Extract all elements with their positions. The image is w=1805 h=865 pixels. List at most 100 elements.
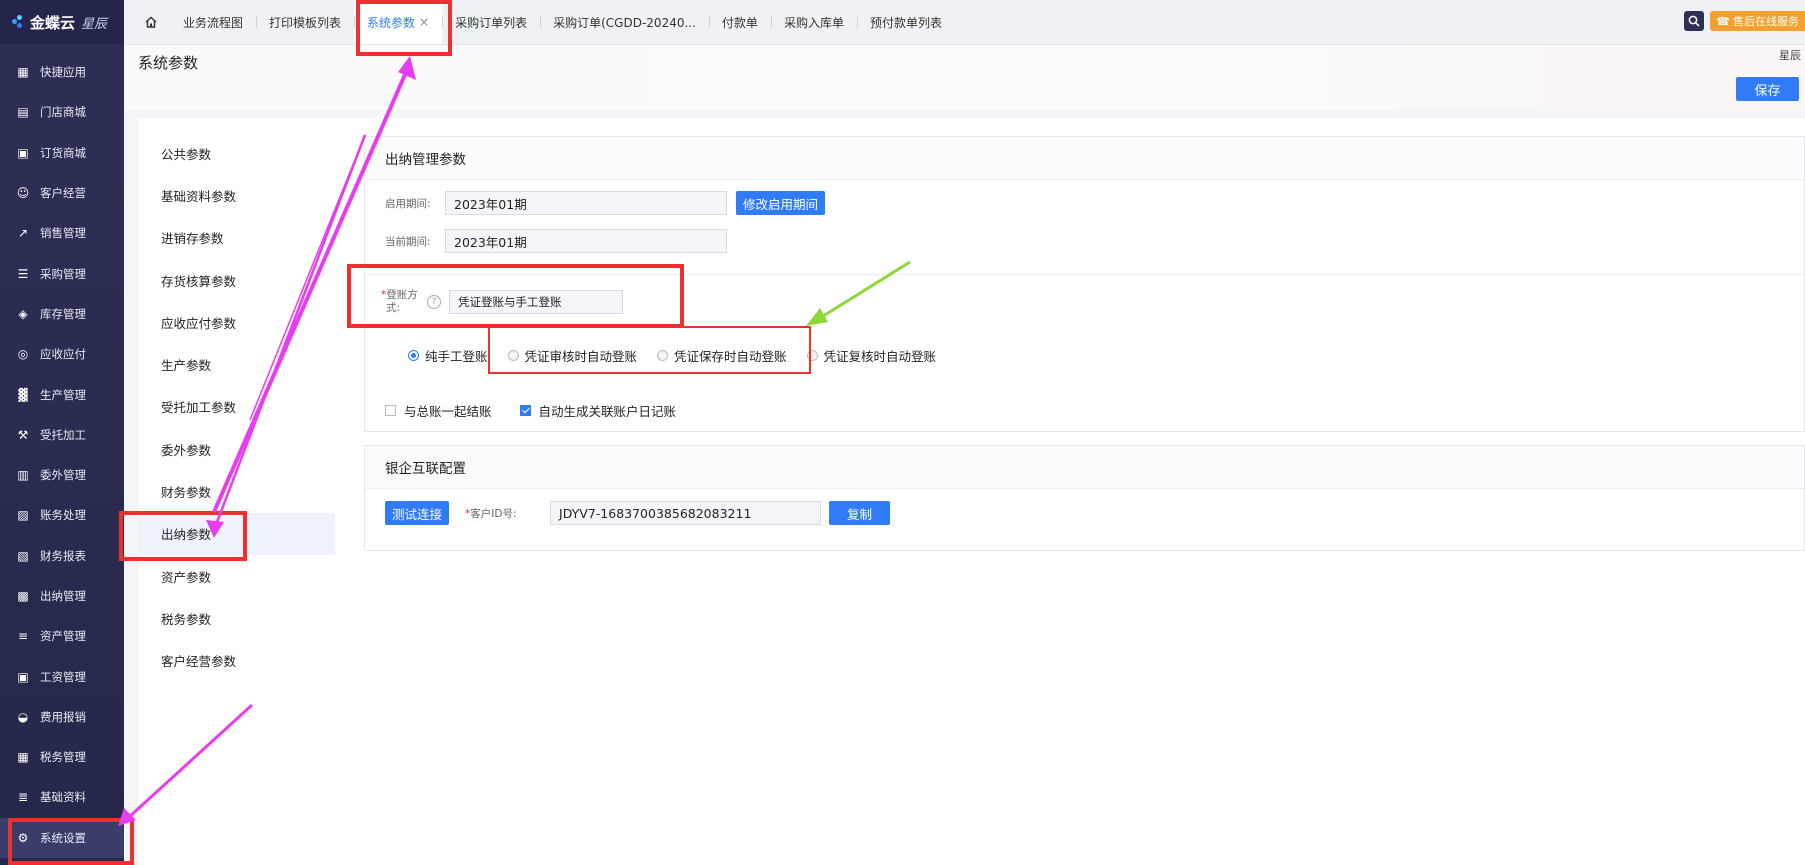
parameter-category-item[interactable]: 公共参数 [138, 132, 335, 174]
tab[interactable]: 业务流程图 [170, 0, 256, 44]
customer-id-label: *客户ID号: [465, 506, 550, 521]
sidebar-item[interactable]: ▥ 委外管理 [0, 455, 124, 495]
sidebar-item[interactable]: ▦ 快捷应用 [0, 52, 124, 92]
sidebar-item-label: 出纳管理 [40, 589, 86, 603]
sidebar-item[interactable]: ▣ 订货商城 [0, 133, 124, 173]
save-button[interactable]: 保存 [1736, 77, 1799, 101]
receivable-icon: ◎ [17, 347, 29, 362]
salary-icon: ▣ [17, 669, 29, 684]
sidebar-item[interactable]: ☰ 采购管理 [0, 253, 124, 293]
modify-start-period-button[interactable]: 修改启用期间 [736, 191, 826, 215]
highlight-box-auto-posting [488, 326, 811, 374]
bank-config-row: 测试连接 *客户ID号: JDYV7-1683700385682083211 复… [385, 501, 891, 525]
tab[interactable]: 采购订单列表 [442, 0, 540, 44]
checkbox-label: 与总账一起结账 [404, 404, 492, 419]
parameter-category-item[interactable]: 生产参数 [138, 343, 335, 385]
radio-label: 凭证复核时自动登账 [823, 349, 937, 364]
page-title: 系统参数 [138, 54, 199, 72]
asset-icon: ≡ [17, 629, 29, 644]
sidebar-item[interactable]: ▨ 账务处理 [0, 495, 124, 535]
parameter-category-item[interactable]: 税务参数 [138, 597, 335, 639]
sidebar-item-label: 工资管理 [40, 669, 86, 684]
sidebar-item[interactable]: ▓ 生产管理 [0, 374, 124, 414]
tab[interactable]: 采购订单(CGDD-20240... [540, 0, 709, 44]
parameter-category-item[interactable]: 应收应付参数 [138, 301, 335, 343]
start-period-row: 启用期间: 2023年01期 修改启用期间 [385, 191, 826, 215]
parameter-category-item[interactable]: 财务参数 [138, 470, 335, 512]
tab-label: 采购订单列表 [455, 15, 528, 30]
sidebar-item[interactable]: ▦ 税务管理 [0, 737, 124, 777]
start-period-field[interactable]: 2023年01期 [445, 191, 727, 215]
sidebar-item[interactable]: ≣ 基础资料 [0, 777, 124, 817]
cart-bag-icon: ▣ [17, 145, 29, 160]
sidebar-item[interactable]: ☺ 客户经营 [0, 173, 124, 213]
posting-mode-radio[interactable]: 凭证复核时自动登账 [806, 346, 937, 365]
sidebar-item[interactable]: ≡ 资产管理 [0, 616, 124, 656]
tab-label: 业务流程图 [183, 15, 244, 30]
parameter-category-item[interactable]: 进销存参数 [138, 217, 335, 259]
section-title: 银企互联配置 [365, 446, 1804, 489]
app-logo[interactable]: 金蝶云 星辰 [0, 0, 124, 44]
sidebar-item[interactable]: ▧ 财务报表 [0, 536, 124, 576]
search-button[interactable] [1684, 11, 1705, 31]
main-content: 出纳管理参数 启用期间: 2023年01期 修改启用期间 当前期间: 2023年… [335, 118, 1805, 865]
tab-label: 预付款单列表 [869, 15, 942, 30]
parameter-category-item[interactable]: 资产参数 [138, 555, 335, 597]
tab-label: 付款单 [721, 15, 758, 30]
store-icon: ▤ [17, 105, 29, 120]
option-checkbox[interactable]: 自动生成关联账户日记账 [519, 401, 677, 420]
sidebar-item[interactable]: ◎ 应收应付 [0, 334, 124, 374]
headset-icon: ☎ [1716, 14, 1730, 28]
parameter-category-item[interactable]: 客户经营参数 [138, 640, 335, 682]
logo-text: 金蝶云 [30, 13, 76, 32]
parameter-category-item[interactable]: 委外参数 [138, 428, 335, 470]
sidebar-item[interactable]: ⚒ 受托加工 [0, 415, 124, 455]
highlight-box-posting-method [347, 264, 684, 328]
sidebar-item[interactable]: ↗ 销售管理 [0, 213, 124, 253]
highlight-box-cashier-param [119, 511, 247, 561]
home-button[interactable] [138, 0, 164, 44]
start-period-label: 启用期间: [385, 197, 431, 210]
corner-label: 星辰 [1779, 49, 1801, 62]
parameter-category-item[interactable]: 基础资料参数 [138, 174, 335, 216]
posting-mode-radio[interactable]: 纯手工登账 [408, 346, 488, 365]
sidebar-item-label: 销售管理 [40, 226, 86, 241]
sales-icon: ↗ [17, 226, 29, 241]
sidebar-nav: ▦ 快捷应用 ▤ 门店商城 ▣ 订货商城 ☺ 客户经营 ↗ 销售管理 ☰ 采购管理 ◈ 库存管理 ◎ 应收应付… [0, 44, 124, 858]
sidebar-item[interactable]: ▣ 工资管理 [0, 656, 124, 696]
sidebar-item-label: 订货商城 [40, 145, 86, 160]
tab-label: 采购入库单 [783, 15, 844, 30]
current-period-field: 2023年01期 [445, 229, 727, 253]
after-sales-service-button[interactable]: ☎ 售后在线服务 [1710, 11, 1805, 31]
sidebar-item-label: 库存管理 [40, 306, 86, 321]
sidebar-item[interactable]: ▩ 出纳管理 [0, 576, 124, 616]
copy-button[interactable]: 复制 [829, 501, 891, 525]
options-checkbox-group: 与总账一起结账 自动生成关联账户日记账 [385, 401, 704, 420]
parameter-category-item[interactable]: 受托加工参数 [138, 386, 335, 428]
home-icon [145, 16, 157, 28]
factory-icon: ▓ [18, 387, 28, 402]
parameter-category-item[interactable]: 存货核算参数 [138, 259, 335, 301]
checkbox-icon[interactable] [385, 405, 396, 416]
checkbox-label: 自动生成关联账户日记账 [538, 404, 677, 419]
sidebar-item[interactable]: ▤ 门店商城 [0, 92, 124, 132]
tab-label: 打印模板列表 [269, 15, 342, 30]
tax-icon: ▦ [17, 750, 29, 765]
current-period-row: 当前期间: 2023年01期 [385, 229, 727, 253]
sidebar-item[interactable]: ◒ 费用报销 [0, 697, 124, 737]
option-checkbox[interactable]: 与总账一起结账 [385, 401, 492, 420]
sidebar-item-label: 委外管理 [40, 468, 86, 483]
test-connection-button[interactable]: 测试连接 [385, 501, 450, 525]
sidebar-item-label: 应收应付 [40, 347, 86, 362]
tab[interactable]: 打印模板列表 [256, 0, 354, 44]
radio-icon[interactable] [408, 350, 419, 361]
tab[interactable]: 付款单 [708, 0, 771, 44]
tab[interactable]: 采购入库单 [770, 0, 857, 44]
tab[interactable]: 预付款单列表 [856, 0, 955, 44]
sidebar-item-label: 账务处理 [40, 508, 86, 523]
checkbox-icon[interactable] [519, 405, 531, 416]
highlight-box-system-settings [8, 818, 134, 865]
sidebar-item[interactable]: ◈ 库存管理 [0, 294, 124, 334]
sidebar-item-label: 快捷应用 [40, 65, 86, 80]
sidebar-item-label: 费用报销 [40, 709, 86, 724]
